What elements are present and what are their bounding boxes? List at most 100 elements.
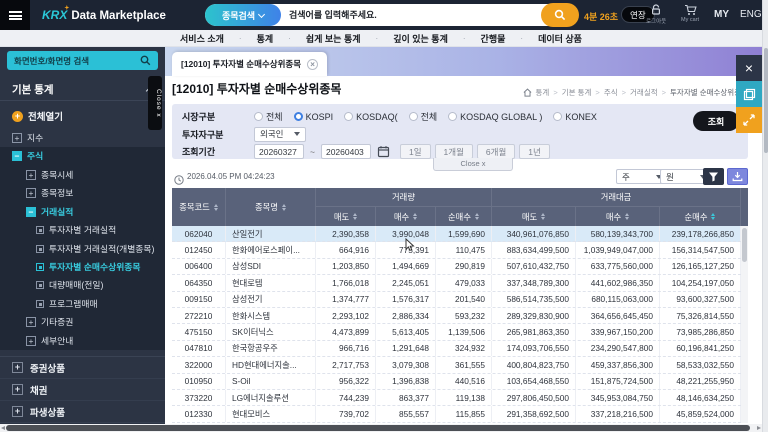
market-radio-option[interactable]: KOSDAQ GLOBAL ) xyxy=(448,112,542,122)
table-row[interactable]: 010950S-Oil956,3221,396,838440,516103,65… xyxy=(172,374,741,390)
breadcrumb-item[interactable]: 기본 통계 xyxy=(562,87,592,98)
table-scrollbar-thumb[interactable] xyxy=(742,228,747,262)
close-panel-button[interactable]: × xyxy=(736,55,762,81)
krx-logo[interactable]: KRX Data Marketplace xyxy=(42,8,166,22)
table-row[interactable]: 064350현대로템1,766,0182,245,051479,033337,3… xyxy=(172,275,741,291)
investor-select[interactable]: 외국인 xyxy=(254,127,306,142)
tree-item[interactable]: +지수 xyxy=(0,129,165,147)
table-row[interactable]: 006400삼성SDI1,203,8501,494,669290,819507,… xyxy=(172,259,741,275)
sort-icon xyxy=(541,213,545,220)
tab-close-icon[interactable]: × xyxy=(307,59,318,70)
market-radio-option[interactable]: 전체 xyxy=(409,110,438,123)
cell-val-sell: 103,654,468,550 xyxy=(492,374,576,389)
table-row[interactable]: 373220LG에너지솔루션744,239863,377119,138297,8… xyxy=(172,390,741,406)
tree-item[interactable]: +종목정보 xyxy=(0,184,165,202)
table-row[interactable]: 012330현대모비스739,702855,557115,855291,358,… xyxy=(172,406,741,422)
search-category-dropdown[interactable]: 종목검색 xyxy=(205,4,281,26)
table-row[interactable]: 062040산일전기2,390,3583,990,0481,599,690340… xyxy=(172,226,741,242)
investor-filter-row: 투자자구분 외국인 xyxy=(182,127,738,142)
nav-item[interactable]: 서비스 소개 xyxy=(180,32,224,45)
menu-button[interactable] xyxy=(0,0,30,30)
table-row[interactable]: 012450한화에어로스페이...664,916775,391110,47588… xyxy=(172,242,741,258)
language-toggle[interactable]: ENG xyxy=(740,9,762,20)
expand-all-button[interactable]: + 전체열기 xyxy=(0,101,165,129)
logout-button[interactable]: 로그아웃 xyxy=(646,4,666,25)
period-button[interactable]: 1년 xyxy=(519,144,550,159)
date-to-input[interactable] xyxy=(321,144,371,159)
nav-item[interactable]: 통계 xyxy=(257,32,274,45)
download-button[interactable] xyxy=(727,168,748,185)
column-header-name[interactable]: 종목명 xyxy=(226,188,316,226)
expand-window-button[interactable] xyxy=(736,107,762,133)
market-radio-option[interactable]: KOSPI xyxy=(294,112,334,122)
column-header-value-buy[interactable]: 매수 xyxy=(576,207,660,226)
market-radio-option[interactable]: KOSDAQ( xyxy=(344,112,398,122)
period-button[interactable]: 6개월 xyxy=(477,144,515,159)
table-scrollbar[interactable] xyxy=(741,226,748,423)
table-body: 062040산일전기2,390,3583,990,0481,599,690340… xyxy=(172,226,741,423)
table-row[interactable]: 322000HD현대에너지솔...2,717,7533,079,308361,5… xyxy=(172,357,741,373)
tree-item[interactable]: −거래실적 xyxy=(0,203,165,221)
duplicate-window-button[interactable] xyxy=(736,81,762,107)
column-header-volume-net[interactable]: 순매수 xyxy=(436,207,492,226)
breadcrumb-separator: > xyxy=(622,88,626,97)
market-radio-option[interactable]: KONEX xyxy=(553,112,597,122)
breadcrumb-item[interactable]: 주식 xyxy=(604,87,618,98)
sidebar-section[interactable]: +증권상품 xyxy=(0,357,165,379)
period-button[interactable]: 1일 xyxy=(400,144,431,159)
market-radio-option[interactable]: 전체 xyxy=(254,110,283,123)
cell-vol-net: 440,516 xyxy=(436,374,492,389)
tree-item[interactable]: −주식 xyxy=(0,147,165,165)
tree-item[interactable]: +종목시세 xyxy=(0,166,165,184)
scroll-right-arrow-icon[interactable] xyxy=(757,426,761,430)
nav-item[interactable]: 데이터 상품 xyxy=(538,32,582,45)
search-input[interactable] xyxy=(289,5,511,25)
nav-item[interactable]: 간행물 xyxy=(481,32,506,45)
tree-item[interactable]: 프로그램매매 xyxy=(0,295,165,313)
sidebar-close-tab[interactable]: Close x xyxy=(148,76,162,130)
period-button[interactable]: 1개월 xyxy=(435,144,473,159)
radio-label: KOSDAQ( xyxy=(356,112,398,122)
my-page-link[interactable]: MY xyxy=(714,9,729,20)
filter-button[interactable] xyxy=(703,168,724,185)
filter-collapse-tab[interactable]: Close x xyxy=(433,158,513,171)
page-scrollbar[interactable] xyxy=(762,0,768,432)
search-button[interactable] xyxy=(541,3,579,27)
column-header-volume-sell[interactable]: 매도 xyxy=(316,207,376,226)
column-header-volume-buy[interactable]: 매수 xyxy=(376,207,436,226)
table-row[interactable]: 009150삼성전기1,374,7771,576,317201,540586,5… xyxy=(172,292,741,308)
sidebar-section[interactable]: +파생상품 xyxy=(0,401,165,423)
cart-icon xyxy=(684,4,697,16)
screen-search-box[interactable]: 화면번호/화면명 검색 xyxy=(7,51,158,70)
tree-item[interactable]: +세부안내 xyxy=(0,332,165,350)
date-from-input[interactable] xyxy=(254,144,304,159)
query-button[interactable]: 조회 xyxy=(693,111,739,131)
page-scrollbar-thumb[interactable] xyxy=(764,48,768,153)
column-header-code[interactable]: 종목코드 xyxy=(172,188,226,226)
tree-item[interactable]: +기타증권 xyxy=(0,313,165,331)
cell-vol-sell: 1,766,018 xyxy=(316,275,376,290)
breadcrumb-item[interactable]: 거래실적 xyxy=(630,87,658,98)
open-tab[interactable]: [12010] 투자자별 순매수상위종목 × xyxy=(172,52,327,76)
breadcrumb-item[interactable]: 통계 xyxy=(536,87,550,98)
nav-item[interactable]: 깊이 있는 통계 xyxy=(393,32,448,45)
calendar-icon[interactable] xyxy=(377,145,390,158)
horizontal-scrollbar-thumb[interactable] xyxy=(6,425,750,431)
cell-code: 012330 xyxy=(172,406,226,421)
sidebar-section-title[interactable]: 기본 통계 xyxy=(0,79,165,101)
table-row[interactable]: 272210한화시스템2,293,1022,886,334593,232289,… xyxy=(172,308,741,324)
table-row[interactable]: 047810한국항공우주966,7161,291,648324,932174,0… xyxy=(172,341,741,357)
table-row[interactable]: 475150SK이터닉스4,473,8995,613,4051,139,5062… xyxy=(172,324,741,340)
cart-button[interactable]: My cart xyxy=(681,4,699,23)
sidebar-section[interactable]: +채권 xyxy=(0,379,165,401)
column-header-value-sell[interactable]: 매도 xyxy=(492,207,576,226)
column-header-value-net[interactable]: 순매수 xyxy=(660,207,741,226)
nav-item[interactable]: 쉽게 보는 통계 xyxy=(306,32,361,45)
tree-item[interactable]: 대량매매(전일) xyxy=(0,276,165,294)
tree-item[interactable]: 투자자별 순매수상위종목 xyxy=(0,258,165,276)
cell-vol-buy: 863,377 xyxy=(376,390,436,405)
horizontal-scrollbar[interactable] xyxy=(0,424,762,432)
tree-item[interactable]: 투자자별 거래실적(개별종목) xyxy=(0,240,165,258)
scroll-left-arrow-icon[interactable] xyxy=(1,426,5,430)
tree-item[interactable]: 투자자별 거래실적 xyxy=(0,221,165,239)
